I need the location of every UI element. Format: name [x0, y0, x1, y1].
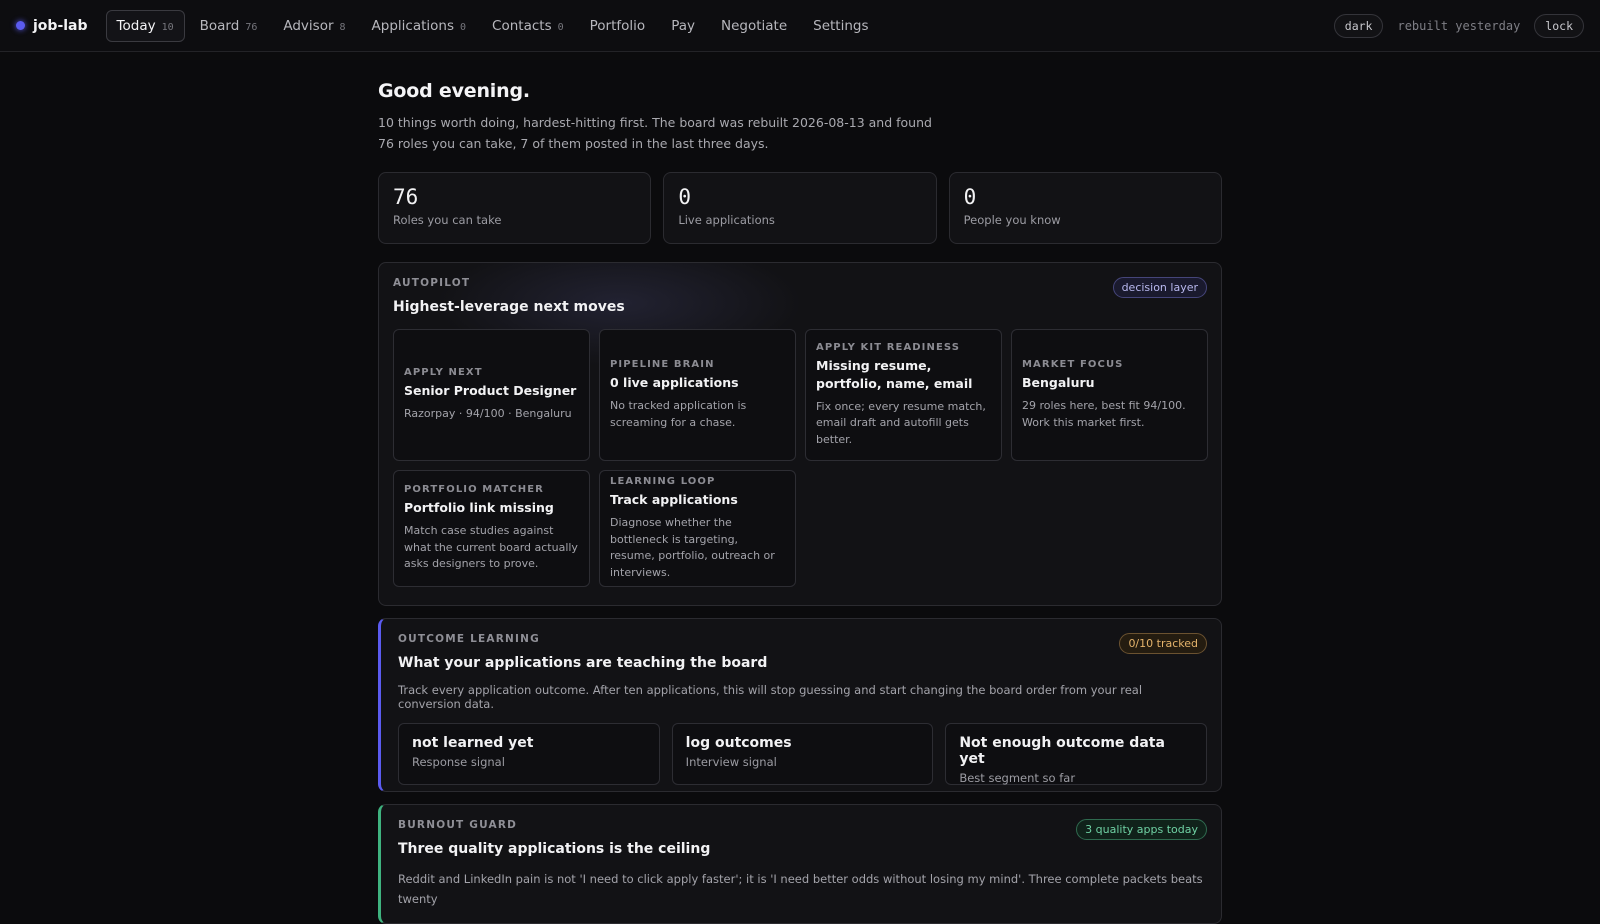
- nav-tab-today[interactable]: Today 10: [105, 9, 185, 42]
- card-body: Razorpay · 94/100 · Bengaluru: [404, 407, 572, 421]
- card-kicker: APPLY NEXT: [404, 367, 483, 379]
- card-title: Track applications: [610, 492, 738, 507]
- signal-label: Interview signal: [685, 755, 777, 769]
- signal-value: log outcomes: [685, 735, 792, 751]
- nav-tab-label: Board: [199, 17, 240, 34]
- card-body: Diagnose whether the bottleneck is targe…: [610, 516, 775, 579]
- nav-tab-label: Today: [116, 17, 156, 34]
- theme-toggle-button[interactable]: dark: [1333, 13, 1384, 38]
- tracked-count-badge: 0/10 tracked: [1119, 633, 1207, 654]
- card-title: Bengaluru: [1022, 375, 1095, 390]
- section-description: Track every application outcome. After t…: [398, 683, 1143, 711]
- card-kicker: MARKET FOCUS: [1022, 359, 1124, 370]
- card-portfolio-matcher[interactable]: PORTFOLIO MATCHER Portfolio link missing…: [393, 470, 590, 587]
- card-body: Match case studies against what the curr…: [404, 524, 578, 571]
- nav-tab-advisor[interactable]: Advisor 8: [272, 10, 356, 42]
- nav-tab-settings[interactable]: Settings: [802, 10, 879, 42]
- signal-card-response[interactable]: not learned yet Response signal: [398, 723, 660, 785]
- card-kicker: APPLY KIT READINESS: [816, 341, 961, 353]
- card-title: 0 live applications: [610, 375, 739, 390]
- signal-card-best-segment[interactable]: Not enough outcome data yet Best segment…: [945, 723, 1208, 785]
- decision-layer-badge: decision layer: [1112, 277, 1207, 298]
- brand-dot-icon: [16, 21, 25, 30]
- card-kicker: PIPELINE BRAIN: [610, 359, 715, 370]
- nav-tab-count: 0: [557, 21, 564, 33]
- signal-row: not learned yet Response signal log outc…: [398, 723, 1208, 785]
- nav-tab-board[interactable]: Board 76: [189, 10, 269, 42]
- brand-name: job-lab: [33, 17, 88, 34]
- section-kicker: OUTCOME LEARNING: [398, 633, 540, 645]
- main-content: Good evening. 10 things worth doing, har…: [378, 80, 1222, 924]
- stat-card-applications[interactable]: 0 Live applications: [663, 172, 937, 244]
- stat-label: Roles you can take: [393, 213, 502, 227]
- section-title: Highest-leverage next moves: [393, 299, 625, 315]
- lock-button[interactable]: lock: [1534, 13, 1584, 38]
- card-pipeline-brain[interactable]: PIPELINE BRAIN 0 live applications No tr…: [599, 329, 796, 461]
- card-apply-kit-readiness[interactable]: APPLY KIT READINESS Missing resume, port…: [805, 329, 1002, 461]
- nav-tab-portfolio[interactable]: Portfolio: [579, 10, 657, 42]
- stats-row: 76 Roles you can take 0 Live application…: [378, 172, 1222, 244]
- card-body: Fix once; every resume match, email draf…: [816, 399, 986, 446]
- nav-tab-contacts[interactable]: Contacts 0: [481, 10, 575, 42]
- nav-tab-count: 10: [161, 21, 174, 33]
- nav-tab-count: 8: [339, 21, 346, 33]
- nav-tab-negotiate[interactable]: Negotiate: [710, 10, 798, 42]
- signal-label: Best segment so far: [959, 771, 1076, 785]
- card-body: 29 roles here, best fit 94/100. Work thi…: [1022, 399, 1186, 429]
- card-body: No tracked application is screaming for …: [610, 399, 747, 429]
- top-navigation-bar: job-lab Today 10 Board 76 Advisor 8 Appl…: [0, 0, 1600, 52]
- card-apply-next[interactable]: APPLY NEXT Senior Product Designer Razor…: [393, 329, 590, 461]
- stat-value: 0: [678, 185, 691, 209]
- nav-tab-label: Portfolio: [589, 17, 646, 34]
- signal-label: Response signal: [412, 755, 505, 769]
- nav-tab-pay[interactable]: Pay: [660, 10, 706, 42]
- autopilot-panel: AUTOPILOT Highest-leverage next moves de…: [378, 262, 1222, 606]
- stat-card-people[interactable]: 0 People you know: [948, 172, 1222, 244]
- nav-tab-label: Advisor: [283, 17, 334, 34]
- signal-card-interview[interactable]: log outcomes Interview signal: [671, 723, 934, 785]
- section-title: Three quality applications is the ceilin…: [398, 841, 711, 857]
- section-description: Reddit and LinkedIn pain is not 'I need …: [398, 872, 1203, 906]
- stat-value: 76: [393, 185, 419, 209]
- section-title: What your applications are teaching the …: [398, 655, 768, 671]
- autopilot-card-grid: APPLY NEXT Senior Product Designer Razor…: [393, 329, 1208, 587]
- card-kicker: PORTFOLIO MATCHER: [404, 484, 544, 496]
- nav-tab-label: Contacts: [492, 17, 552, 34]
- signal-value: not learned yet: [412, 735, 534, 751]
- nav-tab-label: Applications: [371, 17, 455, 34]
- card-title: Missing resume, portfolio, name, email: [816, 357, 973, 391]
- card-title: Portfolio link missing: [404, 500, 554, 516]
- nav-tab-count: 76: [245, 21, 258, 33]
- nav-tab-count: 0: [460, 21, 467, 33]
- main-nav: Today 10 Board 76 Advisor 8 Applications…: [105, 9, 880, 42]
- intro-text: 10 things worth doing, hardest-hitting f…: [378, 115, 932, 151]
- card-market-focus[interactable]: MARKET FOCUS Bengaluru 29 roles here, be…: [1011, 329, 1208, 461]
- nav-tab-label: Settings: [813, 17, 869, 34]
- stat-label: People you know: [963, 213, 1061, 227]
- card-kicker: LEARNING LOOP: [610, 476, 716, 487]
- rebuilt-status: rebuilt yesterday: [1397, 18, 1521, 33]
- signal-value: Not enough outcome data yet: [959, 735, 1165, 767]
- nav-tab-label: Pay: [671, 17, 695, 34]
- burnout-guard-panel: BURNOUT GUARD Three quality applications…: [378, 804, 1222, 924]
- top-right-controls: dark rebuilt yesterday lock: [1333, 13, 1584, 38]
- section-kicker: AUTOPILOT: [393, 277, 471, 289]
- stat-value: 0: [963, 185, 977, 209]
- page-title: Good evening.: [378, 80, 530, 102]
- stat-label: Live applications: [678, 213, 775, 227]
- outcome-learning-panel: OUTCOME LEARNING What your applications …: [378, 618, 1222, 792]
- card-learning-loop[interactable]: LEARNING LOOP Track applications Diagnos…: [599, 470, 796, 587]
- quality-apps-badge: 3 quality apps today: [1076, 819, 1207, 840]
- nav-tab-label: Negotiate: [720, 17, 788, 34]
- brand-logo[interactable]: job-lab: [16, 18, 88, 34]
- card-title: Senior Product Designer: [404, 383, 577, 399]
- stat-card-roles[interactable]: 76 Roles you can take: [378, 172, 652, 244]
- nav-tab-applications[interactable]: Applications 0: [361, 10, 478, 42]
